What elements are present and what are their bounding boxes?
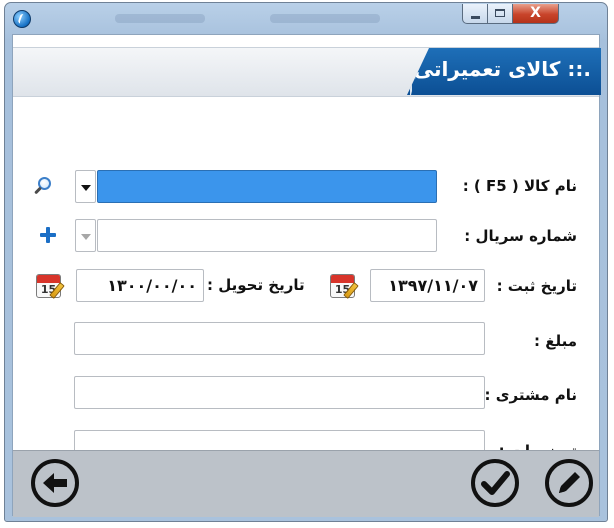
delivery-date-label: تاریخ تحویل : [207, 276, 305, 294]
amount-label: مبلغ : [533, 332, 577, 350]
serial-number-dropdown-button[interactable] [75, 219, 96, 252]
window-client-area: .:: کالای تعمیراتی نام کالا ( F5 ) : شما… [12, 34, 601, 517]
form-area: نام کالا ( F5 ) : شماره سریال : تاریخ ثب… [13, 97, 599, 463]
amount-field[interactable] [74, 322, 485, 355]
delivery-date-field[interactable]: ۱۳۰۰/۰۰/۰۰ [76, 269, 204, 302]
form-title-tab: .:: کالای تعمیراتی [407, 48, 601, 95]
customer-name-label: نام مشتری : [484, 386, 577, 404]
maximize-icon [495, 9, 505, 17]
serial-number-label: شماره سریال : [464, 227, 577, 245]
minimize-button[interactable] [462, 4, 488, 24]
title-text-placeholder [270, 14, 380, 23]
close-button[interactable]: X [513, 4, 559, 24]
close-icon: X [530, 5, 541, 21]
maximize-button[interactable] [488, 4, 513, 24]
form-title: .:: کالای تعمیراتی [413, 57, 591, 81]
checkmark-icon [481, 471, 510, 495]
pencil-icon [559, 472, 580, 493]
registration-date-label: تاریخ ثبت : [496, 277, 577, 295]
edit-button[interactable] [545, 459, 593, 507]
app-window: X .:: کالای تعمیراتی نام کالا ( F5 ) : ش… [4, 2, 608, 522]
title-text-placeholder [115, 14, 205, 23]
registration-date-field[interactable]: ۱۳۹۷/۱۱/۰۷ [370, 269, 485, 302]
item-name-field[interactable] [97, 170, 437, 203]
customer-name-field[interactable] [74, 376, 485, 409]
serial-number-field[interactable] [97, 219, 437, 252]
minimize-icon [471, 16, 480, 19]
title-bar[interactable]: X [5, 3, 607, 35]
search-icon[interactable] [32, 176, 54, 198]
back-button[interactable] [31, 459, 79, 507]
item-name-label: نام کالا ( F5 ) : [462, 177, 577, 195]
app-icon[interactable] [13, 10, 31, 28]
confirm-button[interactable] [471, 459, 519, 507]
plus-icon[interactable] [40, 227, 56, 243]
item-name-dropdown-button[interactable] [75, 170, 96, 203]
calendar-icon[interactable]: 15 [329, 271, 359, 301]
calendar-icon[interactable]: 15 [35, 271, 65, 301]
back-arrow-icon [43, 473, 67, 493]
footer-toolbar [13, 450, 599, 517]
